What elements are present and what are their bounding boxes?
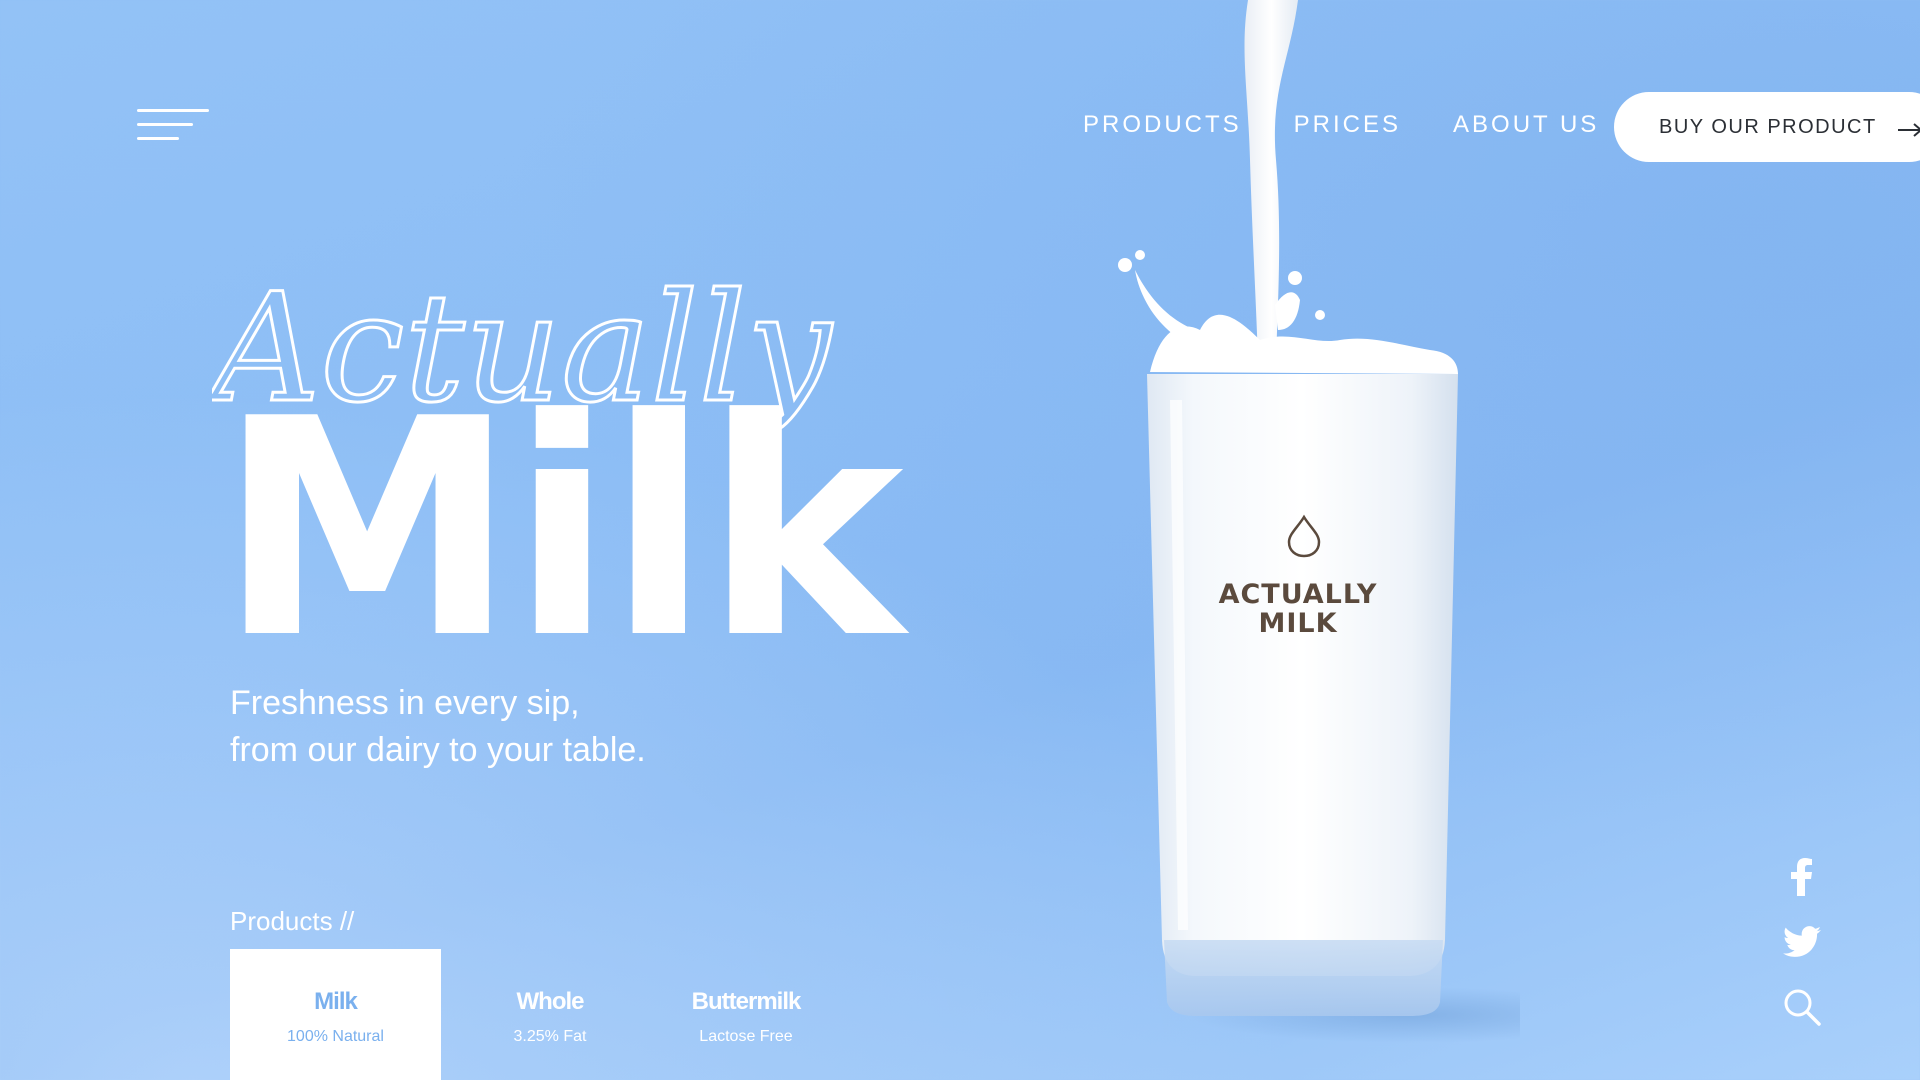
search-icon[interactable] [1780, 985, 1824, 1029]
product-tab-whole[interactable]: Whole 3.25% Fat [455, 949, 645, 1080]
hero-tagline: Freshness in every sip, from our dairy t… [230, 680, 646, 774]
product-tab-milk[interactable]: Milk 100% Natural [230, 949, 441, 1080]
products-section-label: Products // [230, 906, 355, 936]
glass-brand-line2: MILK [1258, 608, 1338, 639]
buy-product-label: BUY OUR PRODUCT [1659, 115, 1877, 138]
product-name: Buttermilk [691, 987, 802, 1015]
facebook-icon[interactable] [1780, 855, 1824, 899]
buy-product-button[interactable]: BUY OUR PRODUCT [1614, 92, 1920, 162]
product-sub: Lactose Free [699, 1027, 793, 1045]
glass-brand-label: ACTUALLY MILK [1198, 580, 1398, 638]
twitter-icon[interactable] [1780, 920, 1824, 964]
tagline-line2: from our dairy to your table. [230, 731, 646, 769]
product-sub: 100% Natural [287, 1027, 384, 1045]
product-name: Whole [516, 987, 585, 1015]
glass-brand-line1: ACTUALLY [1218, 579, 1378, 610]
tagline-line1: Freshness in every sip, [230, 684, 580, 722]
product-tabs: Milk 100% Natural Whole 3.25% Fat Butter… [230, 949, 841, 1080]
hero-title: Milk [218, 355, 904, 704]
arrow-right-icon [1897, 120, 1920, 137]
product-name: Milk [314, 987, 358, 1015]
milk-drop-icon [1285, 514, 1323, 558]
hamburger-menu-icon[interactable] [137, 109, 211, 143]
product-tab-buttermilk[interactable]: Buttermilk Lactose Free [651, 949, 841, 1080]
product-sub: 3.25% Fat [513, 1027, 587, 1045]
